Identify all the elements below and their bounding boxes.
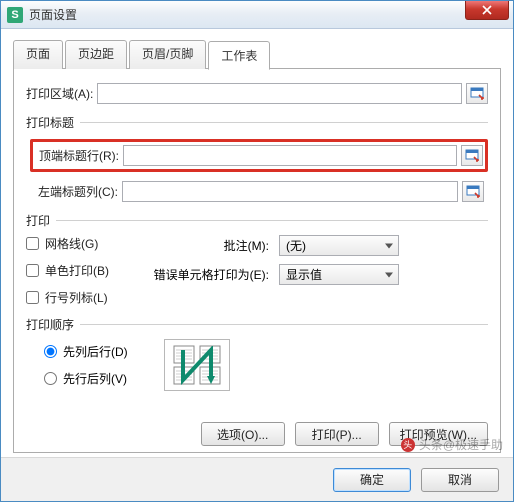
titlebar: S 页面设置 (1, 1, 513, 29)
over-then-down-label: 先行后列(V) (63, 370, 127, 387)
tab-margins[interactable]: 页边距 (65, 40, 127, 69)
close-icon (482, 5, 492, 15)
down-then-over-label: 先列后行(D) (63, 343, 128, 360)
ok-button[interactable]: 确定 (333, 468, 411, 492)
dialog-window: S 页面设置 页面 页边距 页眉/页脚 工作表 打印区域(A): (0, 0, 514, 502)
cancel-button[interactable]: 取消 (421, 468, 499, 492)
order-group-label: 打印顺序 (26, 316, 74, 333)
top-title-rows-highlight: 顶端标题行(R): (30, 139, 488, 172)
top-title-rows-label: 顶端标题行(R): (39, 147, 119, 164)
close-button[interactable] (465, 1, 509, 20)
left-title-cols-label: 左端标题列(C): (38, 183, 118, 200)
top-title-rows-input[interactable] (123, 145, 457, 166)
comments-label: 批注(M): (139, 237, 269, 254)
tabstrip: 页面 页边距 页眉/页脚 工作表 (13, 39, 501, 68)
comments-select[interactable]: (无) (279, 235, 399, 256)
tab-panel-sheet: 打印区域(A): 打印标题 (13, 68, 501, 453)
app-icon: S (7, 7, 23, 23)
print-group-label: 打印 (26, 212, 50, 229)
left-title-cols-range-button[interactable] (462, 181, 484, 202)
over-then-down-radio-row[interactable]: 先行后列(V) (44, 370, 128, 387)
top-title-rows-range-button[interactable] (461, 145, 483, 166)
gridlines-label: 网格线(G) (45, 235, 98, 252)
print-area-label: 打印区域(A): (26, 85, 93, 102)
separator (80, 324, 488, 325)
tab-sheet[interactable]: 工作表 (208, 41, 270, 70)
separator (56, 220, 488, 221)
print-button[interactable]: 打印(P)... (295, 422, 379, 446)
tab-header-footer[interactable]: 页眉/页脚 (129, 40, 206, 69)
print-area-input[interactable] (97, 83, 462, 104)
rowcol-headers-checkbox-row[interactable]: 行号列标(L) (26, 289, 109, 306)
dialog-footer: 确定 取消 (1, 457, 513, 501)
left-title-cols-input[interactable] (122, 181, 458, 202)
monochrome-checkbox[interactable] (26, 264, 39, 277)
monochrome-checkbox-row[interactable]: 单色打印(B) (26, 262, 109, 279)
monochrome-label: 单色打印(B) (45, 262, 109, 279)
rowcol-headers-checkbox[interactable] (26, 291, 39, 304)
order-preview-icon (164, 339, 230, 391)
window-title: 页面设置 (29, 6, 77, 23)
print-area-range-button[interactable] (466, 83, 488, 104)
options-button[interactable]: 选项(O)... (201, 422, 285, 446)
over-then-down-radio[interactable] (44, 372, 57, 385)
errors-value: 显示值 (286, 266, 322, 283)
errors-label: 错误单元格打印为(E): (139, 266, 269, 283)
print-titles-group-label: 打印标题 (26, 114, 74, 131)
range-select-icon (466, 185, 480, 199)
tab-page[interactable]: 页面 (13, 40, 63, 69)
gridlines-checkbox-row[interactable]: 网格线(G) (26, 235, 109, 252)
errors-select[interactable]: 显示值 (279, 264, 399, 285)
separator (80, 122, 488, 123)
dialog-body: 页面 页边距 页眉/页脚 工作表 打印区域(A): (1, 29, 513, 457)
down-then-over-radio[interactable] (44, 345, 57, 358)
comments-value: (无) (286, 237, 306, 254)
range-select-icon (470, 87, 484, 101)
rowcol-headers-label: 行号列标(L) (45, 289, 108, 306)
print-preview-button[interactable]: 打印预览(W)... (389, 422, 488, 446)
down-then-over-radio-row[interactable]: 先列后行(D) (44, 343, 128, 360)
range-select-icon (465, 149, 479, 163)
gridlines-checkbox[interactable] (26, 237, 39, 250)
